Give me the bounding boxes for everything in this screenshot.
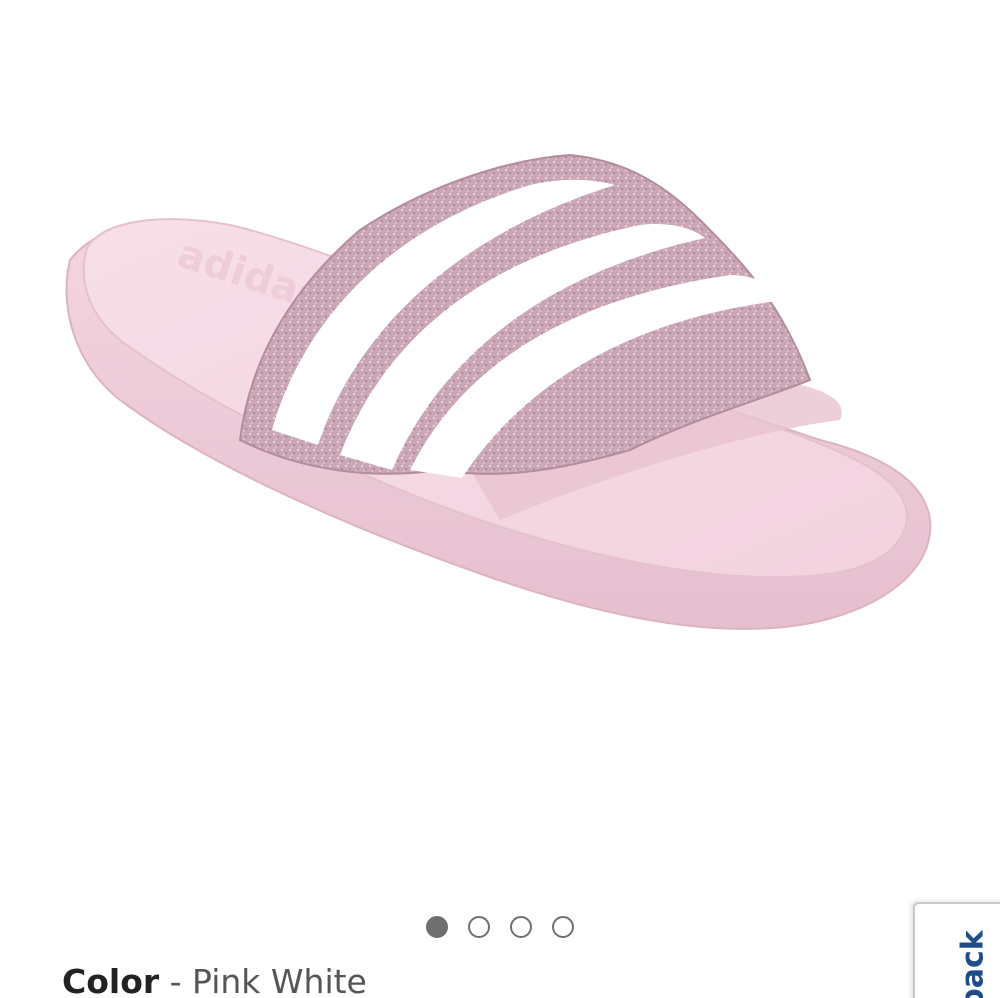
carousel-dot-4[interactable] — [552, 916, 574, 938]
carousel-dot-2[interactable] — [468, 916, 490, 938]
color-separator: - — [159, 962, 193, 998]
color-label: Color — [62, 962, 160, 998]
product-image[interactable]: adidas — [0, 0, 1000, 890]
carousel-dot-3[interactable] — [510, 916, 532, 938]
color-selection: Color - Pink White — [62, 960, 367, 998]
color-value: Pink White — [192, 962, 367, 998]
carousel-dot-1[interactable] — [426, 916, 448, 938]
sandal-illustration: adidas — [65, 153, 932, 630]
feedback-tab-label: back — [955, 930, 991, 998]
feedback-tab[interactable]: back — [913, 902, 1000, 998]
carousel-dots — [0, 914, 1000, 940]
